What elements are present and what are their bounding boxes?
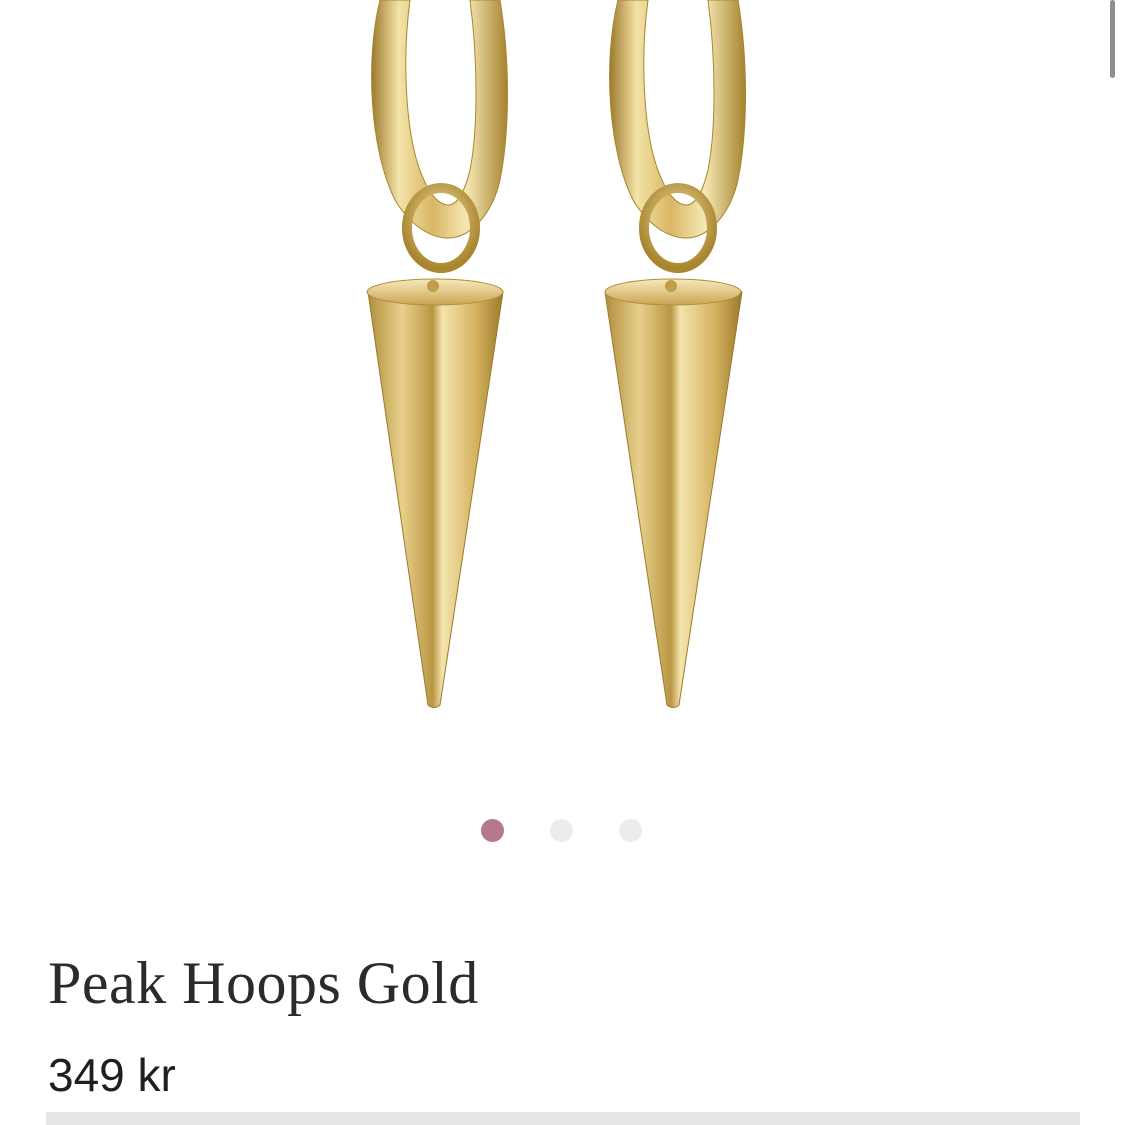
pagination-dot-3[interactable] [619,818,642,842]
gallery-pagination [481,818,642,842]
product-price: 349 kr [48,1049,176,1101]
section-divider [46,1112,1080,1125]
right-earring [604,0,746,708]
scrollbar-thumb[interactable] [1110,0,1115,78]
pagination-dot-1[interactable] [481,818,504,842]
product-title: Peak Hoops Gold [48,950,479,1016]
pagination-dot-2[interactable] [550,818,573,842]
product-image-gallery[interactable] [0,0,1125,770]
product-page: Peak Hoops Gold 349 kr [0,0,1125,1125]
left-earring [366,0,508,708]
product-image [366,0,746,708]
